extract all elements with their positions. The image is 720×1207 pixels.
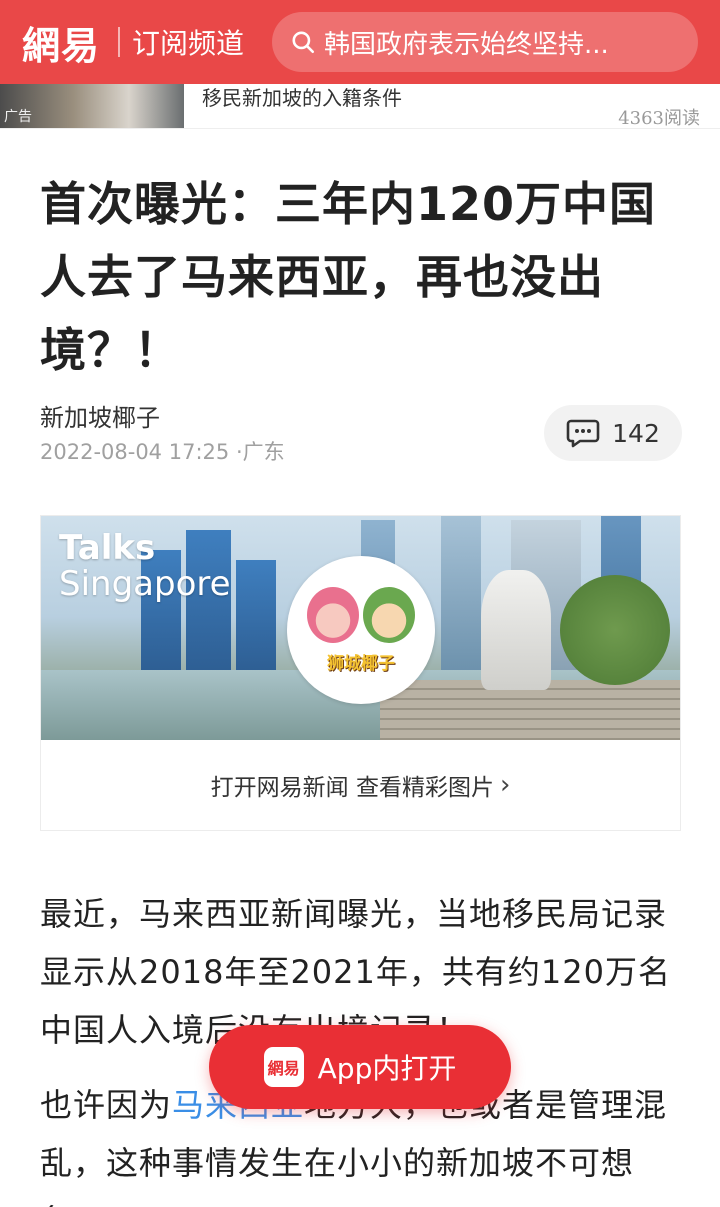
ad-item[interactable]: 广告 移民新加坡的入籍条件 4363阅读: [0, 84, 720, 129]
ad-label: 广告: [4, 109, 32, 125]
ad-thumbnail: 广告: [0, 84, 184, 128]
author-name[interactable]: 新加坡椰子: [40, 398, 160, 433]
publish-datetime: 2022-08-04 17:25: [40, 440, 230, 464]
chevron-right-icon: ›: [499, 770, 511, 800]
cartoon-face: [307, 586, 359, 643]
paragraph-text: 也许因为: [40, 1086, 173, 1124]
read-count: 4363阅读: [618, 108, 700, 129]
ad-title: 移民新加坡的入籍条件: [202, 86, 402, 110]
comment-button[interactable]: 142: [544, 405, 682, 461]
overlay-line1: Talks: [59, 528, 156, 568]
open-app-images-link[interactable]: 打开网易新闻 查看精彩图片 ›: [41, 740, 680, 830]
building-shape: [236, 560, 276, 670]
merlion-statue: [481, 570, 551, 690]
cta-text: 打开网易新闻 查看精彩图片: [210, 775, 494, 801]
article-meta: 2022-08-04 17:25 ·广东: [40, 436, 285, 466]
image-overlay-text: Talks Singapore: [59, 530, 231, 602]
netease-logo[interactable]: 網易: [22, 15, 100, 70]
cover-image: Talks Singapore 狮城椰子: [41, 516, 680, 740]
top-bar: 網易 订阅频道 韩国政府表示始终坚持...: [0, 0, 720, 84]
comment-icon: [566, 419, 600, 448]
search-icon: [292, 31, 315, 54]
search-query-text: 韩国政府表示始终坚持...: [324, 29, 609, 60]
divider-line: [0, 128, 720, 129]
building-shape: [441, 516, 481, 670]
trees-shape: [560, 575, 670, 685]
subscribe-channel-link[interactable]: 订阅频道: [132, 22, 244, 62]
channel-badge: 狮城椰子: [287, 556, 435, 704]
cartoon-faces: [307, 586, 415, 643]
comment-count: 142: [612, 418, 660, 448]
header-divider: [118, 27, 121, 57]
badge-text: 狮城椰子: [327, 653, 395, 674]
image-card[interactable]: Talks Singapore 狮城椰子 打开网易新闻 查看精彩图片 ›: [40, 515, 681, 831]
article-title: 首次曝光：三年内120万中国人去了马来西亚，再也没出境？！: [40, 177, 657, 377]
open-in-app-button[interactable]: 網易 App内打开: [209, 1025, 511, 1109]
netease-app-icon: 網易: [263, 1047, 304, 1087]
open-in-app-label: App内打开: [317, 1052, 457, 1085]
overlay-line2: Singapore: [59, 564, 231, 604]
publish-location: ·广东: [235, 440, 285, 464]
search-box[interactable]: 韩国政府表示始终坚持...: [272, 12, 698, 72]
cartoon-face: [363, 586, 415, 643]
